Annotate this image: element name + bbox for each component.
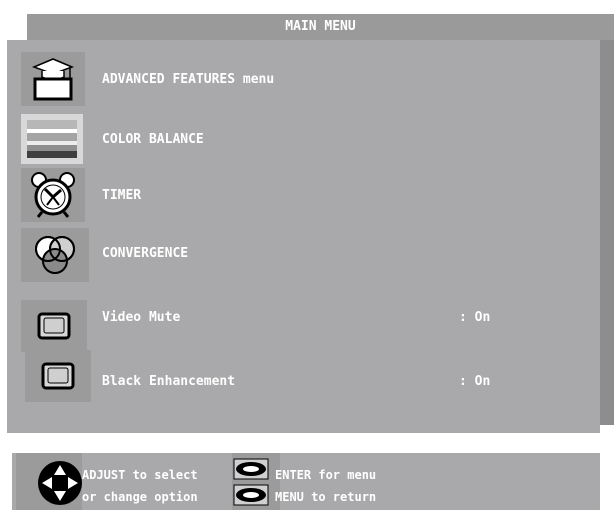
convergence-circles-icon <box>21 228 89 282</box>
menu-item-value: : On <box>459 374 491 389</box>
help-menu-return: MENU to return <box>275 490 377 504</box>
menu-shadow-strip <box>600 40 614 425</box>
menu-item-value: : On <box>459 310 491 325</box>
menu-item-label: TIMER <box>102 188 142 203</box>
graduation-cap-icon <box>21 52 85 106</box>
menu-item-black-enhancement[interactable]: Black Enhancement : On <box>7 350 600 406</box>
alarm-clock-icon <box>21 168 85 222</box>
menu-item-label: CONVERGENCE <box>102 246 189 261</box>
menu-item-convergence[interactable]: CONVERGENCE <box>7 228 600 284</box>
menu-item-advanced-features[interactable]: ADVANCED FEATURES menu <box>7 52 600 108</box>
menu-item-label: Video Mute <box>102 310 181 325</box>
screen-icon <box>25 350 91 402</box>
menu-item-label: COLOR BALANCE <box>102 132 204 147</box>
color-bars-icon <box>21 114 83 164</box>
menu-title: MAIN MENU <box>285 19 356 34</box>
main-menu-panel: ADVANCED FEATURES menu COLOR BALANCE TIM… <box>7 40 600 433</box>
help-adjust-select: ADJUST to select <box>82 468 198 482</box>
menu-item-video-mute[interactable]: Video Mute : On <box>7 294 600 352</box>
menu-item-label: Black Enhancement <box>102 374 236 389</box>
menu-item-timer[interactable]: TIMER <box>7 168 600 224</box>
help-change-option: or change option <box>82 490 198 504</box>
key-help-panel: ADJUST to select or change option ENTER … <box>12 453 600 510</box>
menu-title-bar: MAIN MENU <box>27 14 614 40</box>
help-enter-menu: ENTER for menu <box>275 468 377 482</box>
menu-item-color-balance[interactable]: COLOR BALANCE <box>7 112 600 168</box>
screen-icon <box>21 300 87 352</box>
menu-item-label: ADVANCED FEATURES menu <box>102 72 275 87</box>
eye-button-icon <box>232 453 280 510</box>
dpad-icon <box>16 453 82 510</box>
